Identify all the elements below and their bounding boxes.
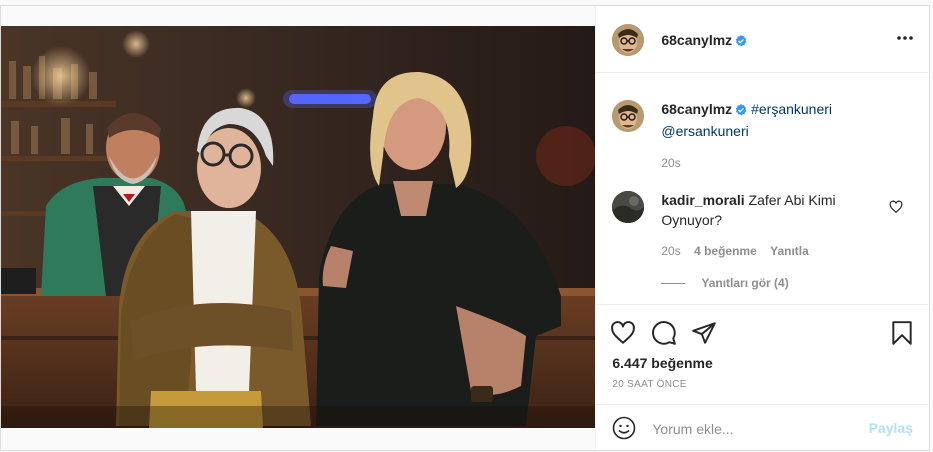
comment-meta: 20s 4 beğenme Yanıtla <box>661 244 808 258</box>
caption-mention[interactable]: @ersankuneri <box>661 123 748 139</box>
emoji-icon[interactable] <box>612 416 636 440</box>
comment-time[interactable]: 20s <box>661 244 680 258</box>
reply-button[interactable]: Yanıtla <box>770 244 809 258</box>
comment-username[interactable]: kadir_morali <box>661 192 744 208</box>
view-replies-label: Yanıtları gör (4) <box>701 276 789 290</box>
comment-likes[interactable]: 4 beğenme <box>694 244 757 258</box>
comment-icon[interactable] <box>651 320 677 346</box>
comment-like-heart-icon[interactable] <box>889 200 903 214</box>
caption-time[interactable]: 20s <box>661 156 680 170</box>
post-photo[interactable] <box>1 6 596 450</box>
view-replies-button[interactable]: Yanıtları gör (4) <box>661 276 789 290</box>
comment-input[interactable] <box>650 418 855 440</box>
post-time-ago[interactable]: 20 SAAT ÖNCE <box>612 379 686 390</box>
post-image <box>1 6 596 450</box>
more-horizontal-icon[interactable] <box>895 30 915 46</box>
share-icon[interactable] <box>691 320 717 346</box>
likes-count[interactable]: 6.447 beğenme <box>612 355 712 371</box>
author-avatar[interactable] <box>612 24 645 56</box>
avatar-image <box>612 191 645 223</box>
author-username-text: 68canylmz <box>661 32 733 48</box>
post-caption: 68canylmz #erşankuneri @ersankuneri <box>661 99 911 141</box>
heart-icon[interactable] <box>610 320 636 346</box>
instagram-post: 68canylmz 68canylmz #erşankuneri @ersank… <box>0 5 930 451</box>
add-comment-bar: Paylaş <box>596 404 929 452</box>
bookmark-icon[interactable] <box>889 320 915 346</box>
avatar-image <box>612 100 645 132</box>
verified-badge-icon <box>735 101 747 121</box>
replies-divider <box>661 282 686 284</box>
caption-hashtag[interactable]: #erşankuneri <box>751 101 832 117</box>
comment-item: kadir_morali Zafer Abi Kimi Oynuyor? <box>661 190 881 230</box>
caption-username[interactable]: 68canylmz <box>661 101 732 117</box>
post-comment-button[interactable]: Paylaş <box>869 420 913 436</box>
commenter-avatar[interactable] <box>612 191 645 223</box>
author-username[interactable]: 68canylmz <box>661 32 747 50</box>
post-header: 68canylmz <box>596 6 929 73</box>
post-actions: 6.447 beğenme 20 SAAT ÖNCE <box>596 304 929 404</box>
verified-badge-icon <box>735 34 747 50</box>
caption-avatar[interactable] <box>612 100 645 132</box>
post-side-panel: 68canylmz 68canylmz #erşankuneri @ersank… <box>595 6 929 450</box>
avatar-image <box>612 24 645 56</box>
